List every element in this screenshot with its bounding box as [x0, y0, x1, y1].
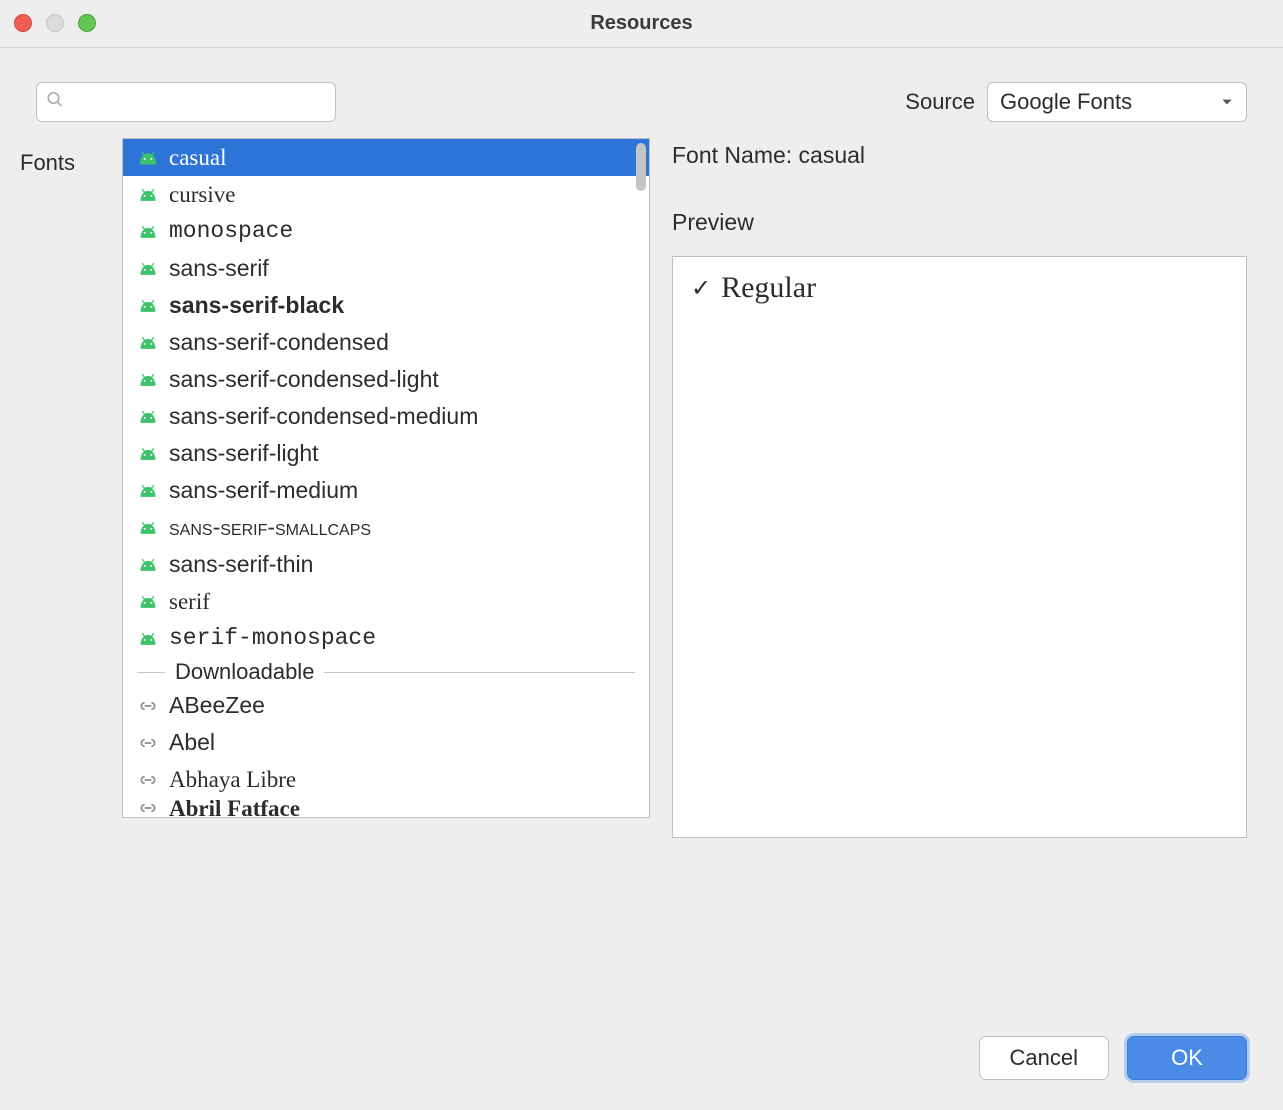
font-item-serif-monospace[interactable]: serif-monospace	[123, 620, 649, 657]
font-item-label: sans-serif-medium	[169, 479, 358, 502]
android-icon	[137, 336, 159, 350]
preview-style-label: Regular	[721, 271, 816, 305]
font-item-sans-serif-light[interactable]: sans-serif-light	[123, 435, 649, 472]
android-icon	[137, 632, 159, 646]
font-item-casual[interactable]: casual	[123, 139, 649, 176]
font-item-sans-serif-condensed-medium[interactable]: sans-serif-condensed-medium	[123, 398, 649, 435]
check-icon: ✓	[691, 274, 711, 303]
zoom-window-button[interactable]	[78, 14, 96, 32]
downloadable-section-header: Downloadable	[123, 657, 649, 687]
android-icon	[137, 262, 159, 276]
source-label: Source	[905, 89, 975, 115]
font-item-label: Abhaya Libre	[169, 768, 296, 791]
android-icon	[137, 447, 159, 461]
link-icon	[137, 700, 159, 712]
android-icon	[137, 373, 159, 387]
font-item-label: sans-serif-smallcaps	[169, 516, 371, 539]
font-item-label: ABeeZee	[169, 694, 265, 717]
traffic-lights	[14, 14, 96, 32]
scrollbar-thumb[interactable]	[636, 143, 646, 191]
android-icon	[137, 225, 159, 239]
font-item-label: cursive	[169, 183, 235, 206]
font-item-label: sans-serif-thin	[169, 553, 313, 576]
font-item-label: sans-serif-condensed	[169, 331, 389, 354]
android-icon	[137, 595, 159, 609]
titlebar: Resources	[0, 0, 1283, 48]
font-item-label: Abel	[169, 731, 215, 754]
chevron-down-icon	[1220, 89, 1234, 115]
font-item-abril-fatface[interactable]: Abril Fatface	[123, 798, 649, 817]
android-icon	[137, 410, 159, 424]
preview-label: Preview	[672, 209, 1247, 236]
cancel-button[interactable]: Cancel	[979, 1036, 1109, 1080]
preview-box: ✓ Regular	[672, 256, 1247, 838]
android-icon	[137, 521, 159, 535]
fonts-section-label: Fonts	[20, 138, 100, 818]
font-list-container: casual cursive monospace sans-serif	[122, 138, 650, 818]
link-icon	[137, 774, 159, 786]
link-icon	[137, 737, 159, 749]
font-item-sans-serif-condensed[interactable]: sans-serif-condensed	[123, 324, 649, 361]
source-select-value: Google Fonts	[1000, 89, 1132, 115]
font-item-label: sans-serif-condensed-medium	[169, 405, 478, 428]
font-item-monospace[interactable]: monospace	[123, 213, 649, 250]
font-item-label: serif	[169, 590, 210, 613]
font-item-label: serif-monospace	[169, 627, 376, 650]
dialog-buttons: Cancel OK	[979, 1036, 1247, 1080]
font-item-label: sans-serif	[169, 257, 269, 280]
font-item-label: sans-serif-black	[169, 294, 344, 317]
font-item-sans-serif-condensed-light[interactable]: sans-serif-condensed-light	[123, 361, 649, 398]
android-icon	[137, 484, 159, 498]
font-item-sans-serif[interactable]: sans-serif	[123, 250, 649, 287]
font-item-cursive[interactable]: cursive	[123, 176, 649, 213]
source-select[interactable]: Google Fonts	[987, 82, 1247, 122]
minimize-window-button[interactable]	[46, 14, 64, 32]
font-name-label: Font Name:	[672, 142, 792, 168]
ok-button[interactable]: OK	[1127, 1036, 1247, 1080]
downloadable-label: Downloadable	[175, 659, 314, 685]
font-item-sans-serif-thin[interactable]: sans-serif-thin	[123, 546, 649, 583]
android-icon	[137, 188, 159, 202]
font-name-value: casual	[799, 142, 865, 168]
font-item-label: casual	[169, 146, 226, 169]
font-item-label: sans-serif-condensed-light	[169, 368, 439, 391]
android-icon	[137, 151, 159, 165]
font-item-abeezee[interactable]: ABeeZee	[123, 687, 649, 724]
link-icon	[137, 802, 159, 814]
font-item-abhaya-libre[interactable]: Abhaya Libre	[123, 761, 649, 798]
detail-pane: Font Name: casual Preview ✓ Regular	[672, 138, 1247, 818]
font-item-serif[interactable]: serif	[123, 583, 649, 620]
font-item-abel[interactable]: Abel	[123, 724, 649, 761]
font-item-label: Abril Fatface	[169, 798, 300, 817]
font-item-sans-serif-smallcaps[interactable]: sans-serif-smallcaps	[123, 509, 649, 546]
search-icon	[46, 91, 64, 114]
search-input[interactable]	[36, 82, 336, 122]
toolbar: Source Google Fonts	[0, 48, 1283, 138]
font-name-line: Font Name: casual	[672, 142, 1247, 169]
font-item-label: monospace	[169, 220, 293, 243]
main-content: Fonts casual cursive monospace	[0, 138, 1283, 818]
close-window-button[interactable]	[14, 14, 32, 32]
font-item-label: sans-serif-light	[169, 442, 319, 465]
font-item-sans-serif-black[interactable]: sans-serif-black	[123, 287, 649, 324]
android-icon	[137, 299, 159, 313]
android-icon	[137, 558, 159, 572]
search-wrap	[36, 82, 336, 122]
font-item-sans-serif-medium[interactable]: sans-serif-medium	[123, 472, 649, 509]
source-group: Source Google Fonts	[905, 82, 1247, 122]
preview-style-item[interactable]: ✓ Regular	[691, 271, 1228, 305]
font-list[interactable]: casual cursive monospace sans-serif	[123, 139, 649, 817]
window-title: Resources	[590, 12, 692, 35]
